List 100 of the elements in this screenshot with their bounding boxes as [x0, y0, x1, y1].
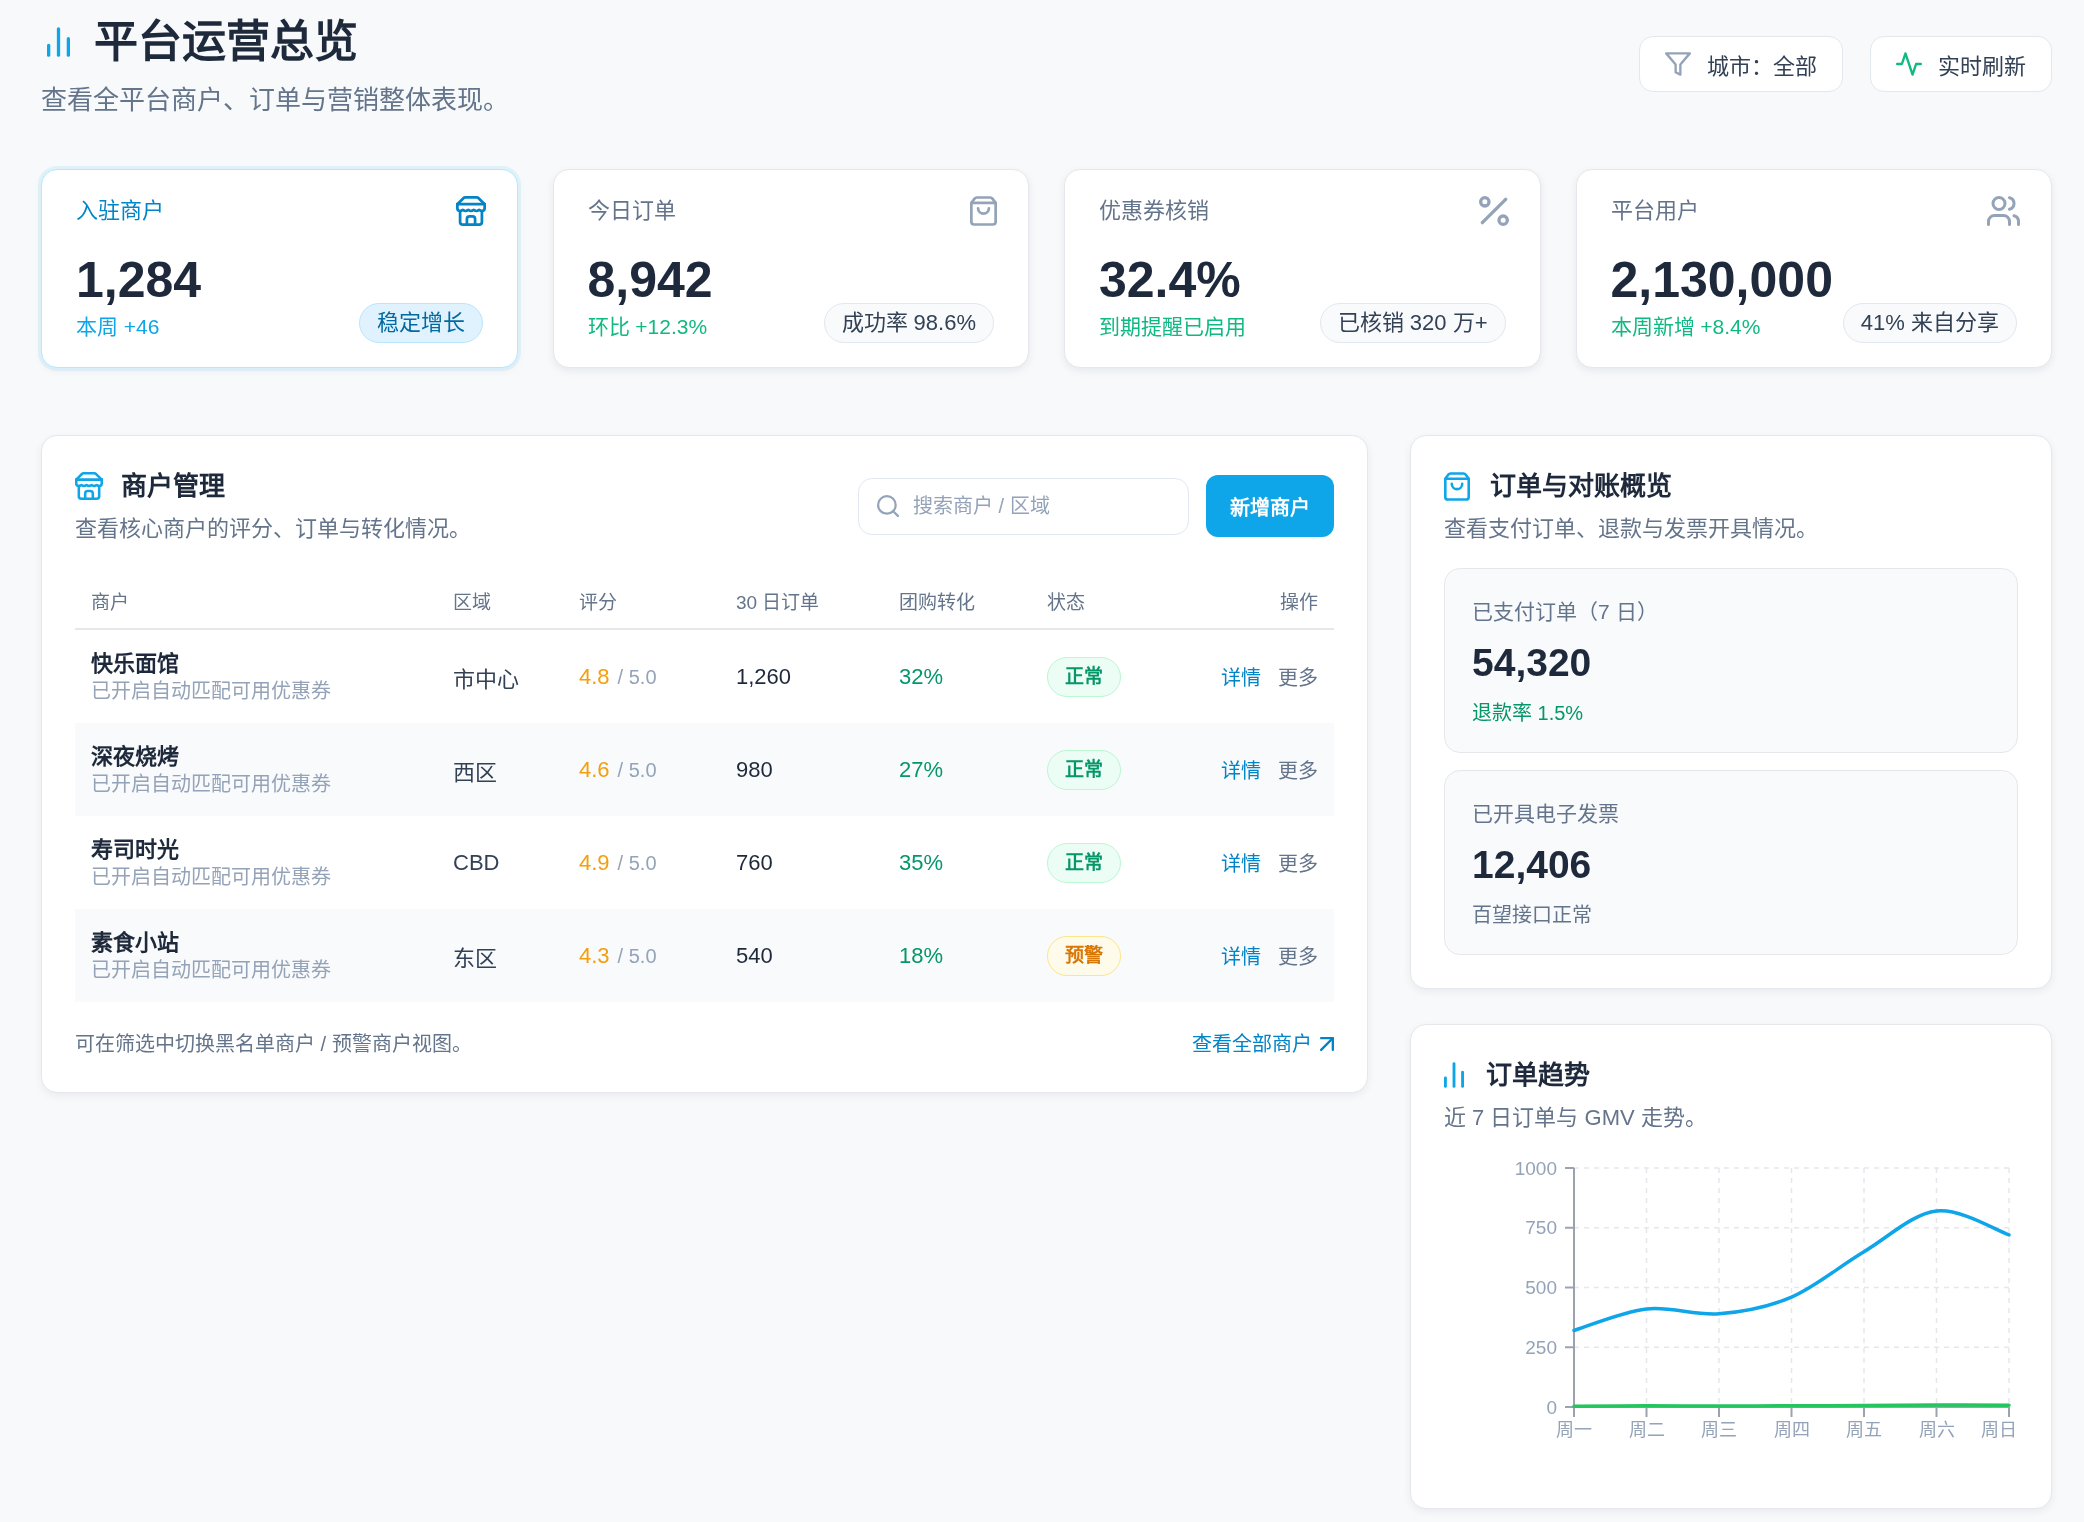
panel-title: 订单趋势: [1486, 1059, 1590, 1091]
axis-label: 周四: [1773, 1420, 1810, 1440]
axis-label: 周六: [1918, 1420, 1955, 1440]
axis-label: 1000: [1514, 1157, 1557, 1179]
arrow-up-right-icon: [1320, 1037, 1334, 1051]
refresh-button[interactable]: 实时刷新: [1870, 36, 2052, 92]
table-cell: CBD: [453, 849, 500, 875]
merchant-note: 已开启自动匹配可用优惠券: [91, 678, 332, 704]
table-cell: 35%: [899, 849, 944, 875]
column-header: 操作: [1279, 590, 1319, 614]
column-header: 评分: [578, 590, 618, 614]
footer-note: 可在筛选中切换黑名单商户 / 预警商户视图。: [75, 1032, 472, 1057]
column-header: 30 日订单: [735, 590, 821, 614]
search-field[interactable]: 搜索商户 / 区域: [858, 477, 1189, 535]
action-link[interactable]: 更多: [1278, 941, 1318, 970]
table-cell: 1,260: [736, 663, 792, 689]
rating-scale: / 5.0: [617, 758, 657, 781]
axis-label: 周日: [1981, 1420, 2017, 1440]
stat-label: 今日订单: [587, 197, 676, 225]
stat-value: 8,942: [587, 252, 713, 308]
stat-note: 到期提醒已启用: [1099, 314, 1246, 340]
axis-label: 250: [1525, 1336, 1557, 1358]
status-badge: 正常: [1047, 749, 1121, 790]
metric-label: 已开具电子发票: [1472, 801, 1620, 827]
axis-label: 周二: [1628, 1420, 1665, 1440]
store-icon: [455, 196, 486, 226]
metric-note: 退款率 1.5%: [1472, 701, 1585, 726]
stat-value: 1,284: [76, 252, 202, 308]
merchant-name: 素食小站: [91, 928, 180, 957]
panel-subtitle: 近 7 日订单与 GMV 走势。: [1444, 1104, 1708, 1132]
bar-chart-icon: [1444, 1062, 1464, 1088]
action-link[interactable]: 详情: [1221, 848, 1261, 877]
action-link[interactable]: 更多: [1278, 755, 1318, 784]
table-cell: 东区: [453, 945, 497, 971]
table-cell: 27%: [899, 756, 944, 782]
metric-value: 54,320: [1472, 640, 1593, 686]
rating-value: 4.9: [579, 849, 610, 875]
column-header: 状态: [1046, 590, 1086, 614]
shopping-bag-icon: [970, 196, 997, 226]
city-filter-button[interactable]: 城市：全部: [1639, 36, 1843, 92]
view-all-link[interactable]: 查看全部商户: [1192, 1030, 1334, 1058]
table-cell: 980: [736, 756, 773, 782]
action-link[interactable]: 详情: [1221, 662, 1261, 691]
merchant-note: 已开启自动匹配可用优惠券: [91, 957, 332, 983]
merchant-name: 快乐面馆: [91, 649, 180, 678]
stat-note: 本周新增 +8.4%: [1610, 314, 1762, 340]
axis-label: 0: [1546, 1396, 1557, 1418]
table-cell: 西区: [453, 759, 497, 785]
stat-label: 优惠券核销: [1099, 197, 1209, 225]
table-cell: 18%: [899, 942, 944, 968]
action-link[interactable]: 详情: [1221, 755, 1261, 784]
axis-label: 周三: [1701, 1420, 1737, 1440]
rating-value: 4.3: [579, 942, 610, 968]
stat-badge: 41% 来自分享: [1842, 303, 2017, 343]
metric-label: 已支付订单（7 日）: [1472, 599, 1659, 625]
column-header: 商户: [90, 590, 130, 614]
panel-subtitle: 查看支付订单、退款与发票开具情况。: [1444, 515, 1819, 543]
shopping-bag-icon: [1444, 471, 1470, 501]
pulse-icon: [1896, 52, 1922, 76]
rating-scale: / 5.0: [617, 665, 657, 688]
column-header: 区域: [452, 590, 492, 614]
percent-icon: [1478, 196, 1509, 226]
page-title: 平台运营总览: [94, 16, 358, 68]
rating-value: 4.8: [579, 663, 610, 689]
stat-badge: 稳定增长: [358, 303, 483, 343]
page-subtitle: 查看全平台商户、订单与营销整体表现。: [41, 84, 509, 117]
stat-badge: 成功率 98.6%: [823, 303, 994, 343]
stat-note: 本周 +46: [76, 314, 161, 340]
panel-title: 商户管理: [121, 470, 225, 502]
action-link[interactable]: 详情: [1221, 941, 1261, 970]
merchant-name: 深夜烧烤: [91, 742, 180, 771]
status-badge: 正常: [1047, 656, 1121, 697]
merchant-note: 已开启自动匹配可用优惠券: [91, 771, 332, 797]
status-badge: 正常: [1047, 842, 1121, 883]
rating-value: 4.6: [579, 756, 610, 782]
axis-label: 500: [1525, 1277, 1557, 1298]
search-icon: [877, 494, 899, 517]
stat-label: 平台用户: [1610, 197, 1699, 225]
rating-scale: / 5.0: [617, 944, 657, 967]
axis-label: 750: [1525, 1217, 1557, 1239]
status-badge: 预警: [1047, 935, 1121, 976]
table-cell: 市中心: [453, 666, 519, 692]
users-icon: [1987, 196, 2020, 226]
stat-badge: 已核销 320 万+: [1319, 303, 1506, 343]
axis-label: 周一: [1556, 1420, 1592, 1440]
panel-title: 订单与对账概览: [1490, 470, 1672, 502]
action-link[interactable]: 更多: [1278, 662, 1318, 691]
stat-label: 入驻商户: [76, 197, 164, 225]
rating-scale: / 5.0: [617, 851, 657, 874]
add-merchant-button[interactable]: 新增商户: [1206, 475, 1334, 537]
column-header: 团购转化: [898, 590, 976, 614]
stat-value: 32.4%: [1099, 252, 1242, 308]
metric-value: 12,406: [1472, 842, 1593, 888]
table-cell: 760: [736, 849, 773, 875]
table-cell: 540: [736, 942, 773, 968]
bar-chart-icon: [47, 27, 70, 57]
action-link[interactable]: 更多: [1278, 848, 1318, 877]
store-icon: [75, 472, 103, 500]
merchant-name: 寿司时光: [91, 835, 180, 864]
metric-note: 百望接口正常: [1472, 903, 1593, 928]
